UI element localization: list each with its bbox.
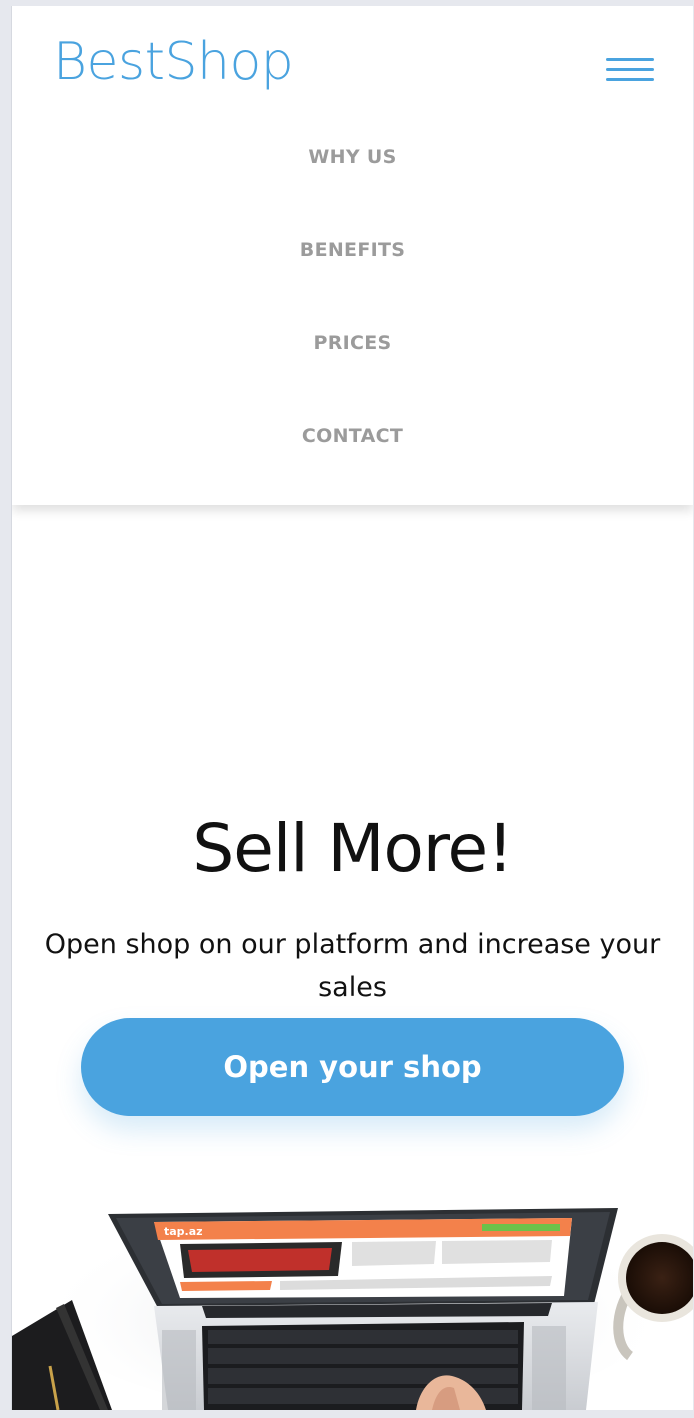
- open-shop-button[interactable]: Open your shop: [81, 1018, 624, 1116]
- hero-subtitle: Open shop on our platform and increase y…: [44, 929, 661, 1003]
- site-logo[interactable]: BestShop: [53, 36, 294, 88]
- hero-photo: tap.az: [12, 1176, 693, 1410]
- browser-viewport: BestShop WHY US BENEFITS PRICES CONTACT …: [11, 6, 693, 1410]
- nav-item-contact[interactable]: CONTACT: [12, 405, 693, 498]
- hero-title: Sell More!: [192, 810, 513, 888]
- main-nav: WHY US BENEFITS PRICES CONTACT: [12, 126, 693, 498]
- nav-item-why-us[interactable]: WHY US: [12, 126, 693, 219]
- screen-logo-text: tap.az: [164, 1225, 203, 1238]
- nav-item-prices[interactable]: PRICES: [12, 312, 693, 405]
- site-header: BestShop WHY US BENEFITS PRICES CONTACT: [12, 6, 693, 505]
- nav-item-benefits[interactable]: BENEFITS: [12, 219, 693, 312]
- laptop-image: tap.az: [108, 1208, 618, 1410]
- hamburger-menu-icon[interactable]: [606, 56, 654, 84]
